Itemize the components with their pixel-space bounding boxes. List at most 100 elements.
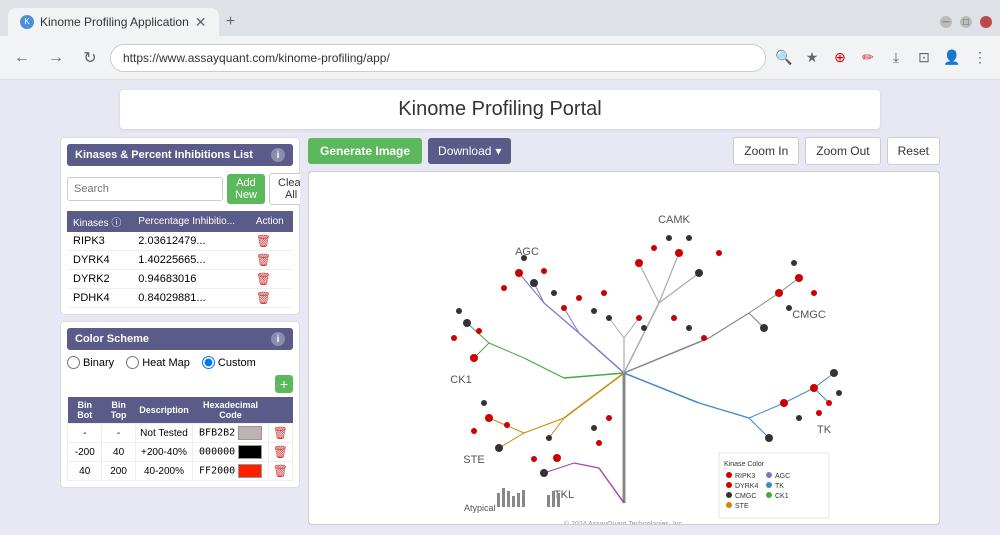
tkl-label: TKL	[554, 489, 574, 501]
bottom-scroll[interactable]	[60, 498, 300, 499]
col-action	[268, 397, 292, 424]
footer-text: © 2024 AssayQuant Technologies, Inc.	[564, 520, 684, 525]
extension-icon[interactable]: ⊕	[828, 46, 852, 70]
svg-text:RIPK3: RIPK3	[735, 473, 755, 480]
color-scheme-info-icon[interactable]: i	[271, 332, 285, 346]
radio-heatmap[interactable]: Heat Map	[126, 356, 190, 369]
kinase-name: DYRK4	[67, 251, 132, 270]
svg-text:DYRK4: DYRK4	[735, 483, 758, 490]
menu-icon[interactable]: ⋮	[968, 46, 992, 70]
delete-action[interactable]: 🗑	[250, 232, 293, 251]
kinase-value: 2.03612479...	[132, 232, 250, 251]
kinome-tree-svg: CAMK	[379, 171, 869, 525]
camk-label: CAMK	[658, 214, 690, 226]
add-new-button[interactable]: Add New	[227, 174, 265, 204]
right-toolbar: Generate Image Download ▾ Zoom In Zoom O…	[308, 137, 940, 165]
delete-color-action[interactable]: 🗑	[268, 424, 292, 443]
kinases-section: Kinases & Percent Inhibitions List i Add…	[60, 137, 300, 315]
kinases-table-scroll: Kinases ⓘ Percentage Inhibitio... Action…	[67, 211, 293, 308]
svg-text:CMGC: CMGC	[735, 493, 756, 500]
col-action: Action	[250, 211, 293, 232]
ck1-label: CK1	[450, 374, 471, 386]
clear-all-button[interactable]: Clear All	[269, 173, 300, 205]
save-icon[interactable]: ⤓	[884, 46, 908, 70]
reset-button[interactable]: Reset	[887, 137, 940, 165]
kinome-tree-container: CAMK	[308, 171, 940, 525]
color-scheme-header: Color Scheme i	[67, 328, 293, 350]
legend-title: Kinase Color	[724, 461, 765, 468]
svg-text:STE: STE	[735, 503, 749, 510]
split-icon[interactable]: ⊡	[912, 46, 936, 70]
new-tab-button[interactable]: +	[219, 10, 243, 34]
col-percent: Percentage Inhibitio...	[132, 211, 250, 232]
svg-text:AGC: AGC	[775, 473, 790, 480]
left-panel: Kinases & Percent Inhibitions List i Add…	[60, 137, 300, 525]
pen-icon[interactable]: ✏	[856, 46, 880, 70]
col-description: Description	[135, 397, 193, 424]
cmgc-label: CMGC	[792, 309, 826, 321]
description: +200-40%	[135, 443, 193, 462]
refresh-button[interactable]: ↻	[76, 44, 104, 72]
search-input[interactable]	[67, 177, 223, 201]
color-row: -200 40 +200-40% 000000 🗑	[68, 443, 293, 462]
minimize-button[interactable]: ─	[940, 16, 952, 28]
zoom-out-button[interactable]: Zoom Out	[805, 137, 880, 165]
kinase-value: 0.84029881...	[132, 289, 250, 308]
agc-label: AGC	[515, 246, 539, 258]
col-hex: Hexadecimal Code	[193, 397, 269, 424]
kinase-name: DYRK2	[67, 270, 132, 289]
kinases-header: Kinases & Percent Inhibitions List i	[67, 144, 293, 166]
bin-bot: 40	[68, 462, 102, 481]
tab-close-button[interactable]: ✕	[195, 15, 207, 29]
kinases-info-icon[interactable]: i	[271, 148, 285, 162]
browser-chrome: K Kinome Profiling Application ✕ + ─ □ ✕…	[0, 0, 1000, 80]
color-scheme-radios: Binary Heat Map Custom	[67, 356, 293, 369]
tab-favicon: K	[20, 15, 34, 29]
description: 40-200%	[135, 462, 193, 481]
tab-title: Kinome Profiling Application	[40, 15, 189, 29]
table-row: DYRK2 0.94683016 🗑	[67, 270, 293, 289]
back-button[interactable]: ←	[8, 44, 36, 72]
delete-color-action[interactable]: 🗑	[268, 462, 292, 481]
table-row: PDHK4 0.84029881... 🗑	[67, 289, 293, 308]
radio-binary[interactable]: Binary	[67, 356, 114, 369]
profile-icon[interactable]: 👤	[940, 46, 964, 70]
hex-code: 000000	[193, 443, 269, 462]
bookmark-icon[interactable]: ★	[800, 46, 824, 70]
right-panel: Generate Image Download ▾ Zoom In Zoom O…	[308, 137, 940, 525]
tab-bar: K Kinome Profiling Application ✕ + ─ □ ✕	[0, 0, 1000, 36]
svg-text:TK: TK	[775, 483, 784, 490]
col-bin-bot: Bin Bot	[68, 397, 102, 424]
window-controls: ─ □ ✕	[940, 16, 992, 28]
generate-image-button[interactable]: Generate Image	[308, 138, 422, 164]
zoom-in-button[interactable]: Zoom In	[733, 137, 799, 165]
color-scheme-section: Color Scheme i Binary Heat Map Custom	[60, 321, 300, 488]
delete-action[interactable]: 🗑	[250, 251, 293, 270]
description: Not Tested	[135, 424, 193, 443]
close-button[interactable]: ✕	[980, 16, 992, 28]
color-table: Bin Bot Bin Top Description Hexadecimal …	[67, 397, 293, 481]
hex-code: FF2000	[193, 462, 269, 481]
add-color-row-button[interactable]: +	[275, 375, 293, 393]
download-button[interactable]: Download ▾	[428, 138, 511, 164]
nav-bar: ← → ↻ 🔍 ★ ⊕ ✏ ⤓ ⊡ 👤 ⋮	[0, 36, 1000, 80]
delete-color-action[interactable]: 🗑	[268, 443, 292, 462]
hex-code: BFB2B2	[193, 424, 269, 443]
delete-action[interactable]: 🗑	[250, 270, 293, 289]
kinase-name: PDHK4	[67, 289, 132, 308]
active-tab[interactable]: K Kinome Profiling Application ✕	[8, 8, 219, 36]
nav-right-icons: 🔍 ★ ⊕ ✏ ⤓ ⊡ 👤 ⋮	[772, 46, 992, 70]
forward-button[interactable]: →	[42, 44, 70, 72]
search-icon[interactable]: 🔍	[772, 46, 796, 70]
color-row: 40 200 40-200% FF2000 🗑	[68, 462, 293, 481]
radio-custom[interactable]: Custom	[202, 356, 256, 369]
tk-label: TK	[817, 424, 832, 436]
kinase-value: 1.40225665...	[132, 251, 250, 270]
delete-action[interactable]: 🗑	[250, 289, 293, 308]
kinase-value: 0.94683016	[132, 270, 250, 289]
maximize-button[interactable]: □	[960, 16, 972, 28]
table-row: DYRK4 1.40225665... 🗑	[67, 251, 293, 270]
col-kinases: Kinases ⓘ	[67, 211, 132, 232]
ste-label: STE	[463, 454, 484, 466]
url-bar[interactable]	[110, 44, 766, 72]
